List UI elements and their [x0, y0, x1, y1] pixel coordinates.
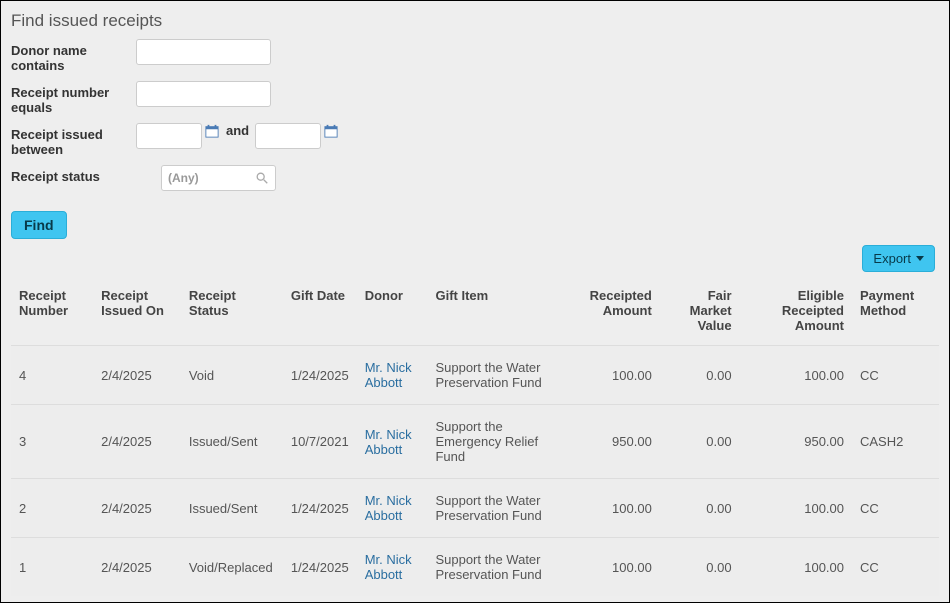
- table-row: 42/4/2025Void1/24/2025 Mr. Nick Abbott Sup…: [11, 346, 939, 405]
- cell-status: Issued/Sent: [181, 405, 283, 479]
- header-row: Receipt Number Receipt Issued On Receipt…: [11, 282, 939, 346]
- cell-status: Void: [181, 346, 283, 405]
- table-row: 32/4/2025Issued/Sent10/7/2021 Mr. Nick Ab…: [11, 405, 939, 479]
- col-payment-method[interactable]: Payment Method: [852, 282, 939, 346]
- cell-fair-market-value: 0.00: [660, 346, 740, 405]
- cell-status: Void/Replaced: [181, 538, 283, 597]
- cell-receipt-number: 2: [11, 479, 93, 538]
- donor-link[interactable]: Mr. Nick Abbott: [365, 552, 412, 582]
- receipt-number-input[interactable]: [136, 81, 271, 107]
- cell-receipted-amount: 100.00: [564, 538, 660, 597]
- table-row: 12/4/2025Void/Replaced1/24/2025 Mr. Nick …: [11, 538, 939, 597]
- cell-gift-date: 10/7/2021: [283, 405, 357, 479]
- calendar-icon[interactable]: [323, 123, 339, 139]
- cell-issued-on: 2/4/2025: [93, 405, 181, 479]
- date-from-input[interactable]: [137, 125, 199, 147]
- chevron-down-icon: [916, 256, 924, 261]
- donor-link[interactable]: Mr. Nick Abbott: [365, 360, 412, 390]
- cell-eligible-amount: 950.00: [740, 405, 852, 479]
- cell-issued-on: 2/4/2025: [93, 346, 181, 405]
- cell-payment-method: CASH2: [852, 405, 939, 479]
- col-receipted-amount[interactable]: Receipted Amount: [564, 282, 660, 346]
- col-issued-on[interactable]: Receipt Issued On: [93, 282, 181, 346]
- cell-receipted-amount: 100.00: [564, 346, 660, 405]
- filter-date-range-label: Receipt issued between: [11, 123, 136, 157]
- cell-gift-item: Support the Water Preservation Fund: [427, 346, 564, 405]
- col-donor[interactable]: Donor: [357, 282, 428, 346]
- export-label: Export: [873, 251, 911, 266]
- status-placeholder: (Any): [168, 171, 199, 185]
- cell-eligible-amount: 100.00: [740, 479, 852, 538]
- content-area: Find issued receipts Donor name contains…: [1, 1, 949, 603]
- col-gift-date[interactable]: Gift Date: [283, 282, 357, 346]
- cell-donor: Mr. Nick Abbott: [357, 346, 428, 405]
- cell-gift-date: 1/24/2025: [283, 538, 357, 597]
- filter-status-label: Receipt status: [11, 165, 161, 184]
- search-icon: [255, 171, 269, 185]
- cell-gift-date: 1/24/2025: [283, 346, 357, 405]
- cell-issued-on: 2/4/2025: [93, 538, 181, 597]
- export-row: Export: [11, 245, 939, 272]
- cell-gift-item: Support the Water Preservation Fund: [427, 479, 564, 538]
- date-from-wrap: [136, 123, 202, 149]
- and-label: and: [226, 123, 249, 138]
- cell-receipt-number: 4: [11, 346, 93, 405]
- col-eligible-amount[interactable]: Eligible Receipted Amount: [740, 282, 852, 346]
- status-select[interactable]: (Any): [161, 165, 276, 191]
- calendar-icon[interactable]: [204, 123, 220, 139]
- cell-fair-market-value: 0.00: [660, 538, 740, 597]
- window-frame: Find issued receipts Donor name contains…: [0, 0, 950, 603]
- cell-payment-method: CC: [852, 538, 939, 597]
- filter-donor-row: Donor name contains: [11, 39, 939, 73]
- filter-receipt-number-row: Receipt number equals: [11, 81, 939, 115]
- cell-fair-market-value: 0.00: [660, 479, 740, 538]
- cell-payment-method: CC: [852, 346, 939, 405]
- donor-link[interactable]: Mr. Nick Abbott: [365, 427, 412, 457]
- filter-receipt-number-label: Receipt number equals: [11, 81, 136, 115]
- cell-eligible-amount: 100.00: [740, 346, 852, 405]
- export-button[interactable]: Export: [862, 245, 935, 272]
- filter-date-range-row: Receipt issued between and: [11, 123, 939, 157]
- col-status[interactable]: Receipt Status: [181, 282, 283, 346]
- page-title: Find issued receipts: [11, 11, 939, 31]
- cell-donor: Mr. Nick Abbott: [357, 479, 428, 538]
- cell-status: Issued/Sent: [181, 479, 283, 538]
- cell-payment-method: CC: [852, 479, 939, 538]
- cell-fair-market-value: 0.00: [660, 405, 740, 479]
- cell-eligible-amount: 100.00: [740, 538, 852, 597]
- results-table: Receipt Number Receipt Issued On Receipt…: [11, 282, 939, 596]
- cell-donor: Mr. Nick Abbott: [357, 405, 428, 479]
- date-to-input[interactable]: [256, 125, 318, 147]
- filter-donor-label: Donor name contains: [11, 39, 136, 73]
- donor-name-input[interactable]: [136, 39, 271, 65]
- date-to-wrap: [255, 123, 321, 149]
- cell-receipted-amount: 950.00: [564, 405, 660, 479]
- cell-receipt-number: 3: [11, 405, 93, 479]
- cell-gift-item: Support the Emergency Relief Fund: [427, 405, 564, 479]
- col-receipt-number[interactable]: Receipt Number: [11, 282, 93, 346]
- cell-issued-on: 2/4/2025: [93, 479, 181, 538]
- cell-donor: Mr. Nick Abbott: [357, 538, 428, 597]
- col-fair-market-value[interactable]: Fair Market Value: [660, 282, 740, 346]
- table-row: 22/4/2025Issued/Sent1/24/2025 Mr. Nick Ab…: [11, 479, 939, 538]
- filter-status-row: Receipt status (Any): [11, 165, 939, 191]
- donor-link[interactable]: Mr. Nick Abbott: [365, 493, 412, 523]
- find-button[interactable]: Find: [11, 211, 67, 239]
- cell-receipt-number: 1: [11, 538, 93, 597]
- col-gift-item[interactable]: Gift Item: [427, 282, 564, 346]
- cell-receipted-amount: 100.00: [564, 479, 660, 538]
- cell-gift-item: Support the Water Preservation Fund: [427, 538, 564, 597]
- cell-gift-date: 1/24/2025: [283, 479, 357, 538]
